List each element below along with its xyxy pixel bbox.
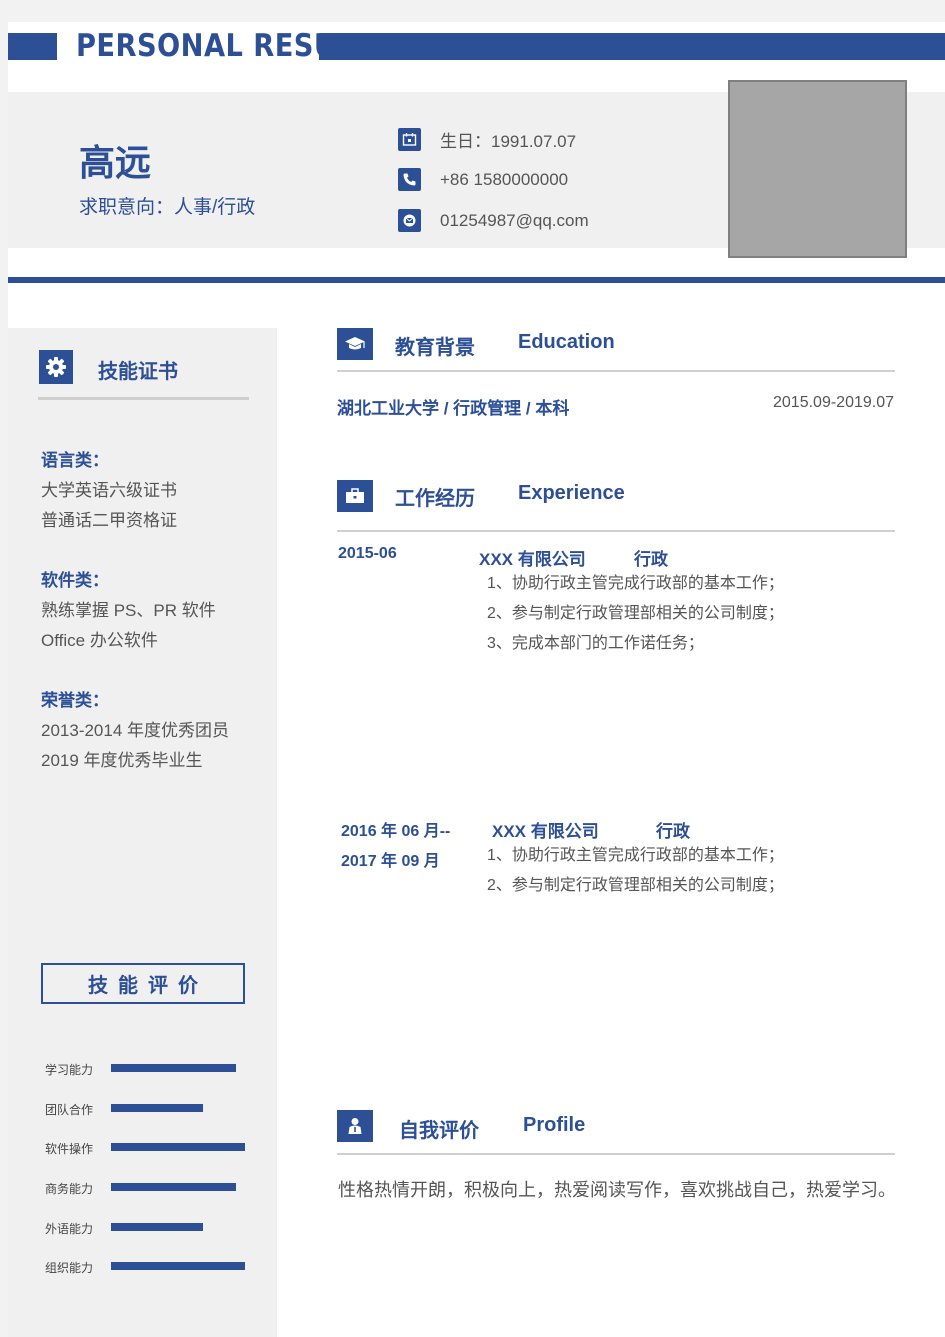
- job-duty-item: 2、参与制定行政管理部相关的公司制度；: [487, 605, 784, 622]
- job-role: 行政: [634, 550, 668, 569]
- contact-birthday: 生日：1991.07.07: [398, 127, 576, 152]
- profile-divider: [337, 1153, 895, 1155]
- cert-group-heading: 语言类：: [41, 451, 109, 470]
- skill-label: 组织能力: [45, 1261, 94, 1275]
- skill-bar: [111, 1143, 245, 1151]
- job-date: 2015-06: [338, 545, 397, 562]
- contact-email: 01254987@qq.com: [398, 209, 589, 232]
- certificates-divider: [38, 397, 249, 400]
- skill-label: 团队合作: [45, 1103, 94, 1117]
- banner-bar-right: [319, 33, 945, 60]
- skills-title: 技能评价: [41, 963, 245, 1004]
- experience-title-en: Experience: [518, 482, 625, 504]
- certificates-title: 技能证书: [98, 361, 178, 383]
- cert-item: Office 办公软件: [41, 631, 158, 650]
- phone-icon: [398, 168, 421, 191]
- cert-item: 普通话二甲资格证: [41, 511, 177, 530]
- profile-title-en: Profile: [523, 1114, 586, 1136]
- skill-bar: [111, 1262, 245, 1270]
- education-divider: [337, 370, 895, 372]
- skill-label: 外语能力: [45, 1222, 94, 1236]
- cert-item: 2019 年度优秀毕业生: [41, 751, 203, 770]
- email-icon: [398, 209, 421, 232]
- skill-label: 学习能力: [45, 1063, 94, 1077]
- candidate-name: 高远: [79, 142, 152, 183]
- cert-group-heading: 荣誉类：: [41, 691, 109, 710]
- job-duty-item: 1、协助行政主管完成行政部的基本工作；: [487, 847, 784, 864]
- skill-bar: [111, 1064, 236, 1072]
- job-duties: 1、协助行政主管完成行政部的基本工作； 2、参与制定行政管理部相关的公司制度； …: [487, 569, 784, 659]
- experience-title-cn: 工作经历: [395, 488, 475, 510]
- skill-bar: [111, 1104, 203, 1112]
- calendar-icon: [398, 128, 421, 151]
- header-divider: [8, 277, 945, 283]
- skill-label: 软件操作: [45, 1142, 94, 1156]
- job-duty-item: 3、完成本部门的工作诺任务；: [487, 635, 704, 652]
- education-date: 2015.09-2019.07: [773, 394, 894, 411]
- job-date-end: 2017 年 09 月: [341, 853, 440, 870]
- job-role: 行政: [656, 822, 690, 841]
- briefcase-icon: [337, 480, 373, 512]
- skill-bar: [111, 1183, 236, 1191]
- cert-group-language: 语言类： 大学英语六级证书 普通话二甲资格证: [41, 446, 177, 536]
- cert-item: 熟练掌握 PS、PR 软件: [41, 601, 216, 620]
- gear-icon: [39, 350, 73, 384]
- education-title-cn: 教育背景: [395, 337, 475, 359]
- education-title-en: Education: [518, 331, 615, 353]
- job-company: XXX 有限公司: [492, 822, 599, 841]
- contact-phone: +86 1580000000: [398, 168, 568, 191]
- job-date: 2016 年 06 月-- 2017 年 09 月: [341, 817, 450, 877]
- education-detail: 湖北工业大学 / 行政管理 / 本科: [337, 399, 570, 418]
- job-intent: 求职意向：人事/行政: [79, 197, 256, 218]
- cert-group-honors: 荣誉类： 2013-2014 年度优秀团员 2019 年度优秀毕业生: [41, 686, 229, 776]
- profile-text: 性格热情开朗，积极向上，热爱阅读写作，喜欢挑战自己，热爱学习。: [338, 1180, 896, 1201]
- graduation-cap-icon: [337, 328, 373, 360]
- skill-bar: [111, 1223, 203, 1231]
- banner-bar-left: [8, 33, 57, 60]
- job-date-start: 2016 年 06 月--: [341, 823, 451, 840]
- job-duty-item: 2、参与制定行政管理部相关的公司制度；: [487, 877, 784, 894]
- job-duties: 1、协助行政主管完成行政部的基本工作； 2、参与制定行政管理部相关的公司制度；: [487, 841, 784, 901]
- phone-text: +86 1580000000: [440, 169, 569, 189]
- cert-group-software: 软件类： 熟练掌握 PS、PR 软件 Office 办公软件: [41, 566, 216, 656]
- job-company: XXX 有限公司: [479, 550, 586, 569]
- experience-divider: [337, 530, 895, 532]
- job-duty-item: 1、协助行政主管完成行政部的基本工作；: [487, 575, 784, 592]
- birthday-text: 生日：1991.07.07: [440, 132, 577, 151]
- cert-item: 2013-2014 年度优秀团员: [41, 721, 230, 740]
- person-icon: [337, 1110, 373, 1142]
- profile-title-cn: 自我评价: [399, 1120, 479, 1142]
- email-text: 01254987@qq.com: [440, 210, 589, 230]
- cert-item: 大学英语六级证书: [41, 481, 177, 500]
- skill-label: 商务能力: [45, 1182, 94, 1196]
- photo-placeholder: [728, 80, 907, 258]
- cert-group-heading: 软件类：: [41, 571, 109, 590]
